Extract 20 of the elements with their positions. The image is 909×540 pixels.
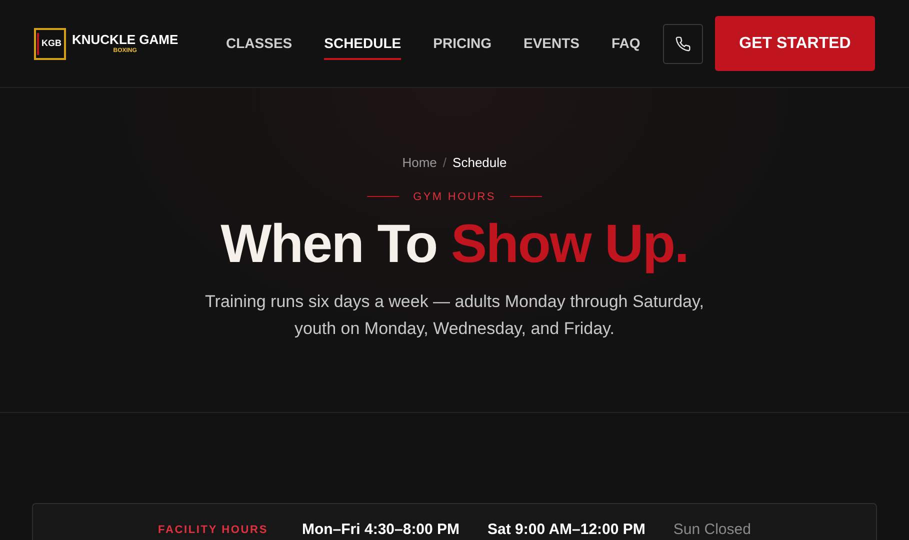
page-heading: When To Show Up. (220, 215, 688, 274)
logo-mark: KGB (34, 28, 66, 60)
nav-link[interactable]: SCHEDULE (324, 33, 402, 60)
breadcrumb-separator: / (442, 154, 447, 172)
hours-entry: Sat 9:00 AM–12:00 PM (488, 521, 646, 539)
eyebrow-text: GYM HOURS (413, 190, 496, 204)
nav-link[interactable]: EVENTS (523, 33, 580, 60)
phone-icon (675, 36, 691, 52)
nav-link[interactable]: FAQ (612, 33, 640, 60)
breadcrumb-current: Schedule (452, 154, 507, 172)
phone-button[interactable] (663, 24, 703, 64)
intro-paragraph: Training runs six days a week — adults Monday through Saturday, youth on Monday, Wednesday, and Friday. (204, 291, 705, 340)
nav-link[interactable]: PRICING (433, 33, 492, 60)
hours-entry: Sun Closed (673, 521, 751, 539)
get-started-button[interactable]: GET STARTED (715, 16, 875, 71)
hours-label: FACILITY HOURS (158, 523, 268, 537)
nav-link[interactable]: CLASSES (226, 33, 292, 60)
logo-text: KNUCKLE GAME (72, 33, 178, 46)
breadcrumb-link[interactable]: Home (402, 153, 437, 172)
hours-entry: Mon–Fri 4:30–8:00 PM (302, 521, 460, 539)
